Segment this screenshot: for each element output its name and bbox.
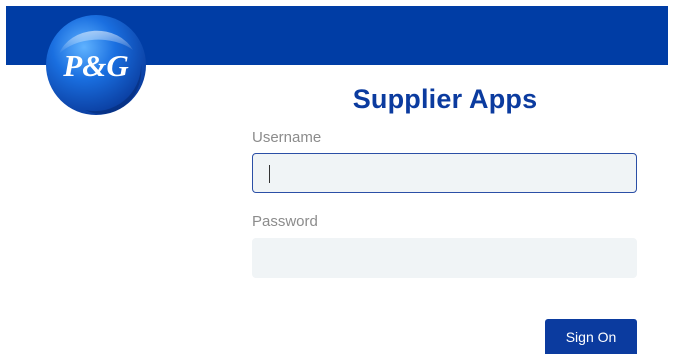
password-input[interactable] xyxy=(252,238,637,278)
logo-text: P&G xyxy=(62,48,129,83)
sign-on-button[interactable]: Sign On xyxy=(545,319,637,354)
page-title: Supplier Apps xyxy=(352,84,538,114)
pg-logo-icon: P&G xyxy=(46,15,146,115)
username-input[interactable] xyxy=(252,153,637,193)
pg-logo: P&G xyxy=(45,14,147,116)
text-caret xyxy=(269,165,270,183)
password-label: Password xyxy=(252,213,318,230)
username-label: Username xyxy=(252,129,322,146)
login-page: P&G Supplier Apps Username Password Sign… xyxy=(0,0,674,354)
